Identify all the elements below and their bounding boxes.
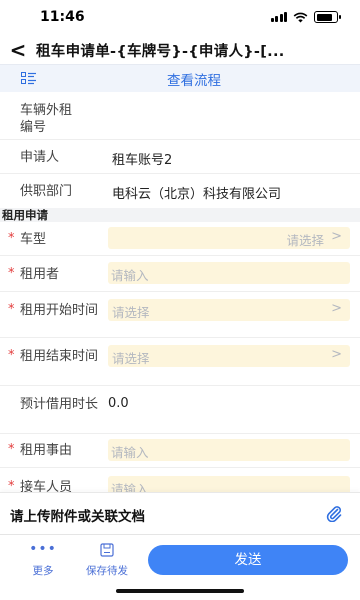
car-type-row: * 车型 请选择 >: [0, 222, 360, 256]
outline-icon: [20, 72, 36, 85]
status-time: 11:46: [40, 9, 85, 25]
more-dots-icon: •••: [29, 541, 57, 557]
duration-label: 预计借用时长: [20, 397, 99, 412]
status-icons: [270, 11, 341, 23]
home-indicator: [116, 589, 244, 593]
battery-icon: [314, 11, 341, 23]
attachment-bar[interactable]: 请上传附件或关联文档: [0, 492, 360, 534]
outline-button[interactable]: [0, 72, 56, 85]
start-time-placeholder: 请选择: [112, 305, 150, 320]
section-header: 租用申请: [0, 208, 360, 222]
renter-placeholder: 请输入: [111, 268, 149, 283]
end-time-placeholder: 请选择: [112, 351, 150, 366]
renter-row: * 租用者 请输入: [0, 256, 360, 292]
signal-icon: [270, 12, 287, 22]
nav-bar: < 租车申请单-{车牌号}-{申请人}-[...: [0, 36, 360, 64]
attachment-text: 请上传附件或关联文档: [10, 509, 145, 525]
renter-label: 租用者: [20, 267, 60, 282]
required-marker: *: [8, 442, 15, 457]
chevron-right-icon: >: [331, 347, 342, 362]
required-marker: *: [8, 348, 15, 363]
external-id-row: 车辆外租编号: [0, 92, 360, 140]
status-bar: 11:46: [0, 0, 360, 36]
external-id-label: 车辆外租编号: [20, 103, 73, 135]
end-time-label: 租用结束时间: [20, 349, 99, 364]
reason-label: 租用事由: [20, 443, 73, 458]
department-value: 电科云（北京）科技有限公司: [112, 187, 282, 202]
chevron-right-icon: >: [331, 301, 342, 316]
duration-value: 0.0: [108, 396, 129, 411]
wifi-icon: [293, 12, 308, 22]
chevron-right-icon: >: [331, 229, 342, 244]
reason-placeholder: 请输入: [111, 445, 149, 460]
section-title: 租用申请: [2, 208, 48, 222]
back-button[interactable]: <: [0, 36, 36, 64]
page-title: 租车申请单-{车牌号}-{申请人}-[...: [36, 43, 285, 60]
end-time-select[interactable]: 请选择 >: [108, 345, 350, 367]
pickup-input[interactable]: 请输入: [108, 476, 350, 492]
required-marker: *: [8, 479, 15, 492]
end-time-row: * 租用结束时间 请选择 >: [0, 338, 360, 386]
chevron-left-icon: <: [9, 38, 27, 62]
start-time-label: 租用开始时间: [20, 303, 99, 318]
department-row: 供职部门 电科云（北京）科技有限公司: [0, 174, 360, 208]
applicant-value: 租车账号2: [112, 153, 173, 168]
toolbar: 查看流程: [0, 64, 360, 92]
paperclip-icon[interactable]: [326, 504, 342, 522]
car-type-placeholder: 请选择: [286, 233, 324, 248]
reason-row: * 租用事由 请输入: [0, 434, 360, 468]
view-flow-link[interactable]: 查看流程: [56, 69, 360, 89]
renter-input[interactable]: 请输入: [108, 262, 350, 284]
car-type-label: 车型: [20, 232, 47, 247]
pickup-row: * 接车人员 请输入: [0, 468, 360, 492]
reason-input[interactable]: 请输入: [108, 439, 350, 461]
applicant-label: 申请人: [20, 150, 60, 165]
more-button[interactable]: ••• 更多: [28, 541, 58, 578]
start-time-row: * 租用开始时间 请选择 >: [0, 292, 360, 338]
required-marker: *: [8, 266, 15, 281]
required-marker: *: [8, 302, 15, 317]
save-icon: [100, 543, 114, 557]
save-draft-label: 保存待发: [86, 565, 128, 577]
save-draft-button[interactable]: 保存待发: [80, 543, 134, 578]
required-marker: *: [8, 231, 15, 246]
duration-row: 预计借用时长 0.0: [0, 386, 360, 434]
send-button[interactable]: 发送: [148, 545, 348, 575]
pickup-placeholder: 请输入: [111, 482, 149, 492]
car-type-select[interactable]: 请选择 >: [108, 227, 350, 249]
department-label: 供职部门: [20, 184, 73, 199]
pickup-label: 接车人员: [20, 480, 73, 492]
start-time-select[interactable]: 请选择 >: [108, 299, 350, 321]
applicant-row: 申请人 租车账号2: [0, 140, 360, 174]
more-label: 更多: [32, 565, 54, 577]
